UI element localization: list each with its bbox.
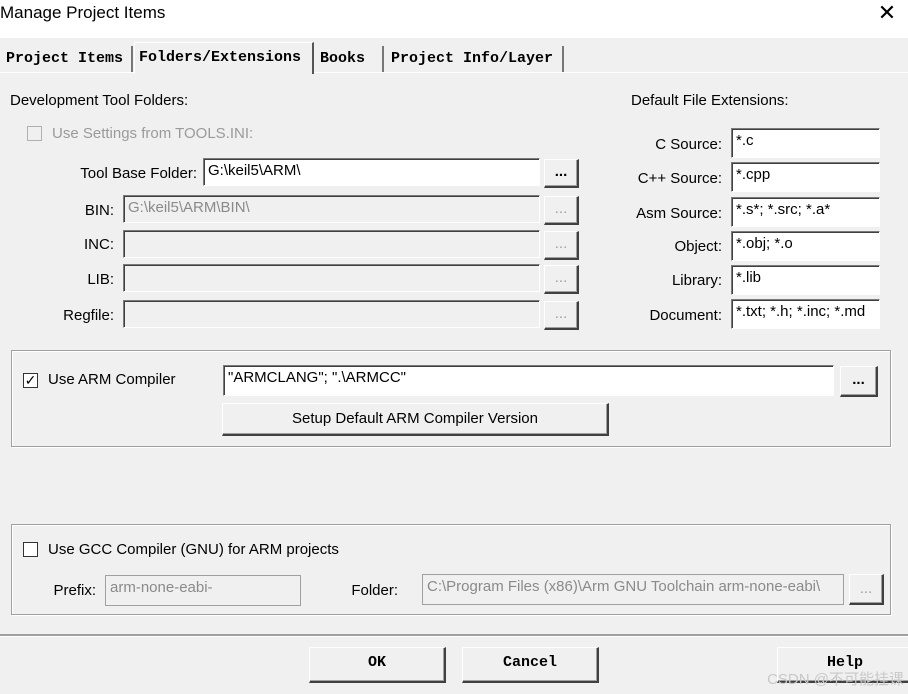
prefix-input[interactable]: arm-none-eabi- xyxy=(105,575,301,606)
tab-books[interactable]: Books xyxy=(316,46,384,72)
arm-compiler-browse-button[interactable]: ... xyxy=(840,366,878,397)
object-label: Object: xyxy=(674,238,722,255)
regfile-label: Regfile: xyxy=(63,307,114,324)
tool-base-input[interactable]: G:\keil5\ARM\ xyxy=(203,158,540,186)
use-tools-ini-checkbox[interactable] xyxy=(27,126,42,141)
tab-project-items[interactable]: Project Items xyxy=(2,46,133,72)
library-label: Library: xyxy=(671,272,722,289)
regfile-browse-button[interactable]: ... xyxy=(544,301,579,330)
use-tools-ini-label: Use Settings from TOOLS.INI: xyxy=(52,125,254,142)
lib-label: LIB: xyxy=(87,271,114,288)
setup-arm-compiler-button[interactable]: Setup Default ARM Compiler Version xyxy=(222,403,609,436)
asm-source-label: Asm Source: xyxy=(636,205,722,222)
bottom-separator xyxy=(0,634,908,637)
lib-input[interactable] xyxy=(123,264,540,292)
c-source-input[interactable]: *.c xyxy=(731,128,880,158)
tool-base-browse-button[interactable]: ... xyxy=(544,159,579,188)
window-title: Manage Project Items xyxy=(0,3,166,22)
inc-label: INC: xyxy=(84,236,114,253)
tab-folders-extensions[interactable]: Folders/Extensions xyxy=(134,42,314,74)
library-input[interactable]: *.lib xyxy=(731,265,880,295)
use-arm-compiler-label: Use ARM Compiler xyxy=(48,371,176,388)
cancel-button[interactable]: Cancel xyxy=(462,647,599,683)
use-gcc-compiler-checkbox[interactable] xyxy=(23,542,38,557)
bin-input[interactable]: G:\keil5\ARM\BIN\ xyxy=(123,195,540,223)
inc-input[interactable] xyxy=(123,230,540,258)
document-input[interactable]: *.txt; *.h; *.inc; *.md xyxy=(731,299,880,329)
cpp-source-label: C++ Source: xyxy=(637,170,722,187)
folder-input[interactable]: C:\Program Files (x86)\Arm GNU Toolchain… xyxy=(422,574,844,605)
regfile-input[interactable] xyxy=(123,300,540,328)
object-input[interactable]: *.obj; *.o xyxy=(731,231,880,261)
prefix-label: Prefix: xyxy=(53,582,96,599)
bin-label: BIN: xyxy=(84,202,114,219)
bin-browse-button[interactable]: ... xyxy=(544,196,579,225)
use-gcc-compiler-label: Use GCC Compiler (GNU) for ARM projects xyxy=(48,541,339,558)
arm-compiler-input[interactable]: "ARMCLANG"; ".\ARMCC" xyxy=(223,365,834,396)
asm-source-input[interactable]: *.s*; *.src; *.a* xyxy=(731,197,880,227)
ok-button[interactable]: OK xyxy=(309,647,446,683)
cpp-source-input[interactable]: *.cpp xyxy=(731,162,880,192)
use-arm-compiler-checkbox[interactable]: ✓ xyxy=(23,373,38,388)
inc-browse-button[interactable]: ... xyxy=(544,231,579,260)
close-icon[interactable]: ✕ xyxy=(866,0,908,30)
tab-project-info-layer[interactable]: Project Info/Layer xyxy=(387,46,564,72)
document-label: Document: xyxy=(649,307,722,324)
dev-folders-heading: Development Tool Folders: xyxy=(10,92,189,109)
watermark: CSDN @不可能挂课 xyxy=(767,671,904,688)
tool-base-label: Tool Base Folder: xyxy=(80,165,197,182)
lib-browse-button[interactable]: ... xyxy=(544,265,579,294)
c-source-label: C Source: xyxy=(655,136,722,153)
gcc-folder-browse-button[interactable]: ... xyxy=(849,574,884,605)
extensions-heading: Default File Extensions: xyxy=(631,92,789,109)
folder-label: Folder: xyxy=(351,582,398,599)
